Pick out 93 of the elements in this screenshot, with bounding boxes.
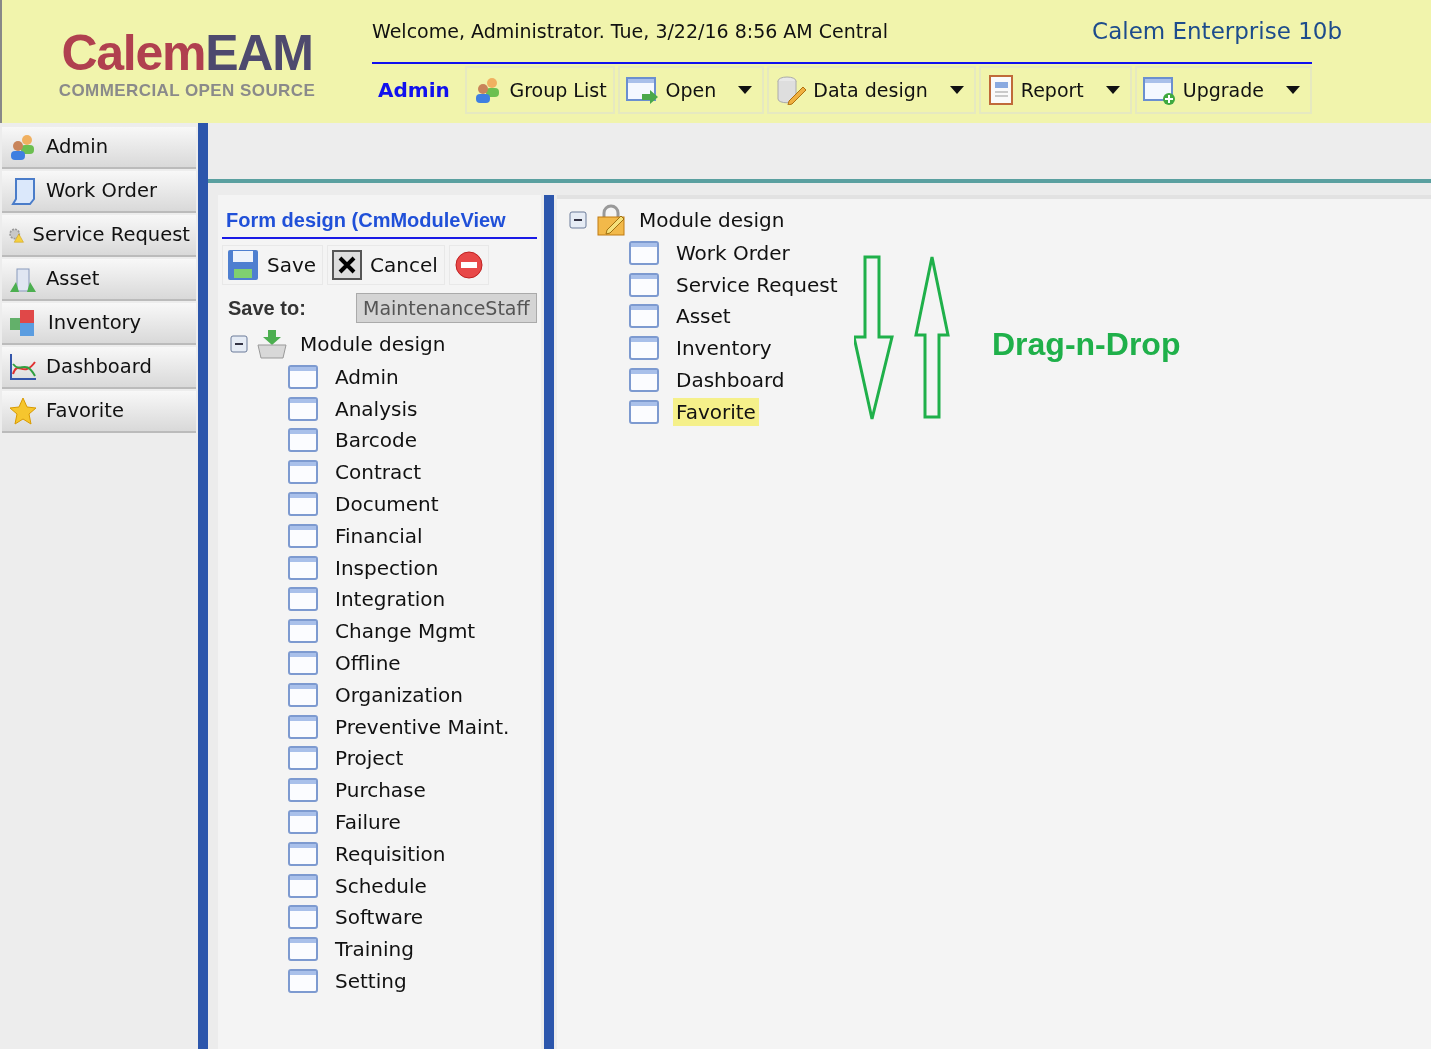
window-icon <box>288 651 318 676</box>
window-icon <box>288 523 318 548</box>
collapse-icon[interactable] <box>569 211 587 229</box>
window-icon <box>629 336 659 361</box>
logo: CalemEAM <box>61 27 313 78</box>
sidebar-item[interactable]: Admin <box>2 127 196 169</box>
toolbar-button[interactable]: Upgrade <box>1134 66 1312 114</box>
tree-item[interactable]: Document <box>332 490 442 519</box>
tree-item[interactable]: Failure <box>332 808 404 837</box>
tree-item[interactable]: Integration <box>332 585 449 614</box>
tree-item[interactable]: Contract <box>332 458 425 487</box>
tree-item[interactable]: Analysis <box>332 394 421 423</box>
toolbar-button[interactable]: Data design <box>767 66 976 114</box>
window-icon <box>288 714 318 739</box>
window-icon <box>288 746 318 771</box>
sidebar-item[interactable]: Favorite <box>2 391 196 433</box>
sidebar-item[interactable]: Asset <box>2 259 196 301</box>
tree-item[interactable]: Schedule <box>332 871 430 900</box>
tree-item[interactable]: Inspection <box>332 553 442 582</box>
tree-item[interactable]: Training <box>332 935 417 964</box>
product-name: Calem Enterprise 10b <box>1092 16 1342 46</box>
window-icon <box>288 460 318 485</box>
tree-item[interactable]: Software <box>332 903 427 932</box>
delete-button[interactable] <box>448 245 489 285</box>
drag-drop-label: Drag-n-Drop <box>992 325 1181 360</box>
tree-item[interactable]: Service Request <box>673 270 841 299</box>
window-icon <box>288 396 318 421</box>
toolbar-button[interactable]: Open <box>617 66 765 114</box>
tree-item[interactable]: Work Order <box>673 238 793 267</box>
tree-item[interactable]: Asset <box>673 302 734 331</box>
tree-item[interactable]: Setting <box>332 967 410 996</box>
window-icon <box>629 399 659 424</box>
form-title: Form design (CmModuleView <box>225 209 506 231</box>
toolbar-button[interactable]: Group List <box>465 66 615 114</box>
cancel-button[interactable]: Cancel <box>327 245 445 285</box>
tree-item[interactable]: Requisition <box>332 839 449 868</box>
collapse-icon[interactable] <box>230 335 248 353</box>
window-icon <box>288 778 318 803</box>
tree-item[interactable]: Inventory <box>673 334 775 363</box>
tree-item[interactable]: Barcode <box>332 426 420 455</box>
tree-item[interactable]: Admin <box>332 362 402 391</box>
window-icon <box>288 682 318 707</box>
cylinder-pencil-icon <box>775 75 808 105</box>
tree-node[interactable]: Module design <box>300 329 446 359</box>
window-icon <box>629 240 659 265</box>
tree-item[interactable]: Offline <box>332 649 404 678</box>
window-icon <box>288 810 318 835</box>
window-icon <box>288 587 318 612</box>
padlock-pencil-icon <box>595 204 627 236</box>
save-to-label: Save to: <box>228 296 307 321</box>
toolbar-button[interactable]: Report <box>978 66 1132 114</box>
window-icon <box>288 873 318 898</box>
basket-download-icon <box>256 329 288 359</box>
window-icon <box>288 492 318 517</box>
tree-item[interactable]: Purchase <box>332 776 429 805</box>
window-icon <box>288 555 318 580</box>
caret-icon <box>1286 86 1300 94</box>
window-icon <box>288 969 318 994</box>
chart-icon <box>8 352 38 382</box>
module-title[interactable]: Admin <box>372 66 463 114</box>
tree-item[interactable]: Favorite <box>673 397 759 426</box>
window-icon <box>288 937 318 962</box>
window-icon <box>288 619 318 644</box>
welcome-text: Welcome, Administrator. Tue, 3/22/16 8:56 AM Central <box>372 18 888 44</box>
window-icon <box>288 841 318 866</box>
star-icon <box>8 396 38 426</box>
sidebar-item[interactable]: Inventory <box>2 303 196 345</box>
minus-circle-icon <box>453 250 484 280</box>
window-icon <box>629 272 659 297</box>
window-icon <box>288 905 318 930</box>
window-icon <box>288 364 318 389</box>
sidebar-item[interactable]: Work Order <box>2 171 196 213</box>
tree-item[interactable]: Organization <box>332 680 466 709</box>
close-icon <box>332 250 363 280</box>
tree-item[interactable]: Preventive Maint. <box>332 712 513 741</box>
tree-item[interactable]: Dashboard <box>673 366 788 395</box>
sidebar-item[interactable]: Service Request <box>2 215 196 257</box>
logo-tagline: COMMERCIAL OPEN SOURCE <box>58 79 316 102</box>
window-icon <box>629 304 659 329</box>
save-to-field[interactable]: MaintenanceStaff <box>356 293 537 323</box>
tree-node[interactable]: Module design <box>639 205 785 235</box>
caret-icon <box>738 86 753 94</box>
tree-item[interactable]: Project <box>332 744 407 773</box>
sidebar-item[interactable]: Dashboard <box>2 347 196 389</box>
window-icon <box>629 368 659 393</box>
tree-item[interactable]: Financial <box>332 521 426 550</box>
caret-icon <box>1105 86 1120 94</box>
notebook-icon <box>986 75 1015 105</box>
tree-item[interactable]: Change Mgmt <box>332 617 479 646</box>
caret-icon <box>949 86 964 94</box>
floppy-icon <box>227 249 259 281</box>
save-button[interactable]: Save <box>222 245 324 285</box>
window-icon <box>288 428 318 453</box>
